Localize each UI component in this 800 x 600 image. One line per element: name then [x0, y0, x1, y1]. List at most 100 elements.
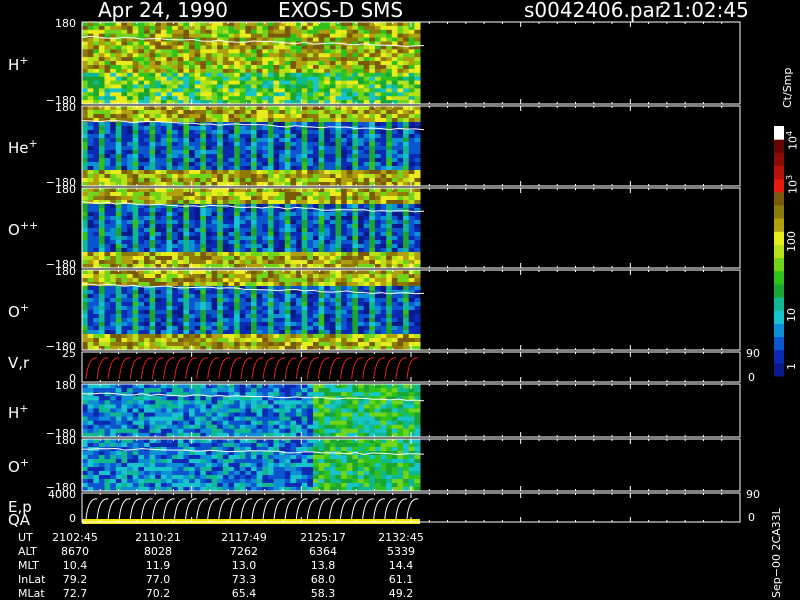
spectrogram-cell [346, 334, 353, 339]
spectrogram-cell [352, 114, 359, 119]
spectrogram-cell [183, 76, 190, 82]
spectrogram-cell [284, 106, 291, 111]
spectrogram-cell [132, 150, 139, 155]
spectrogram-cell [352, 220, 359, 225]
spectrogram-cell [369, 25, 376, 31]
spectrogram-cell [301, 37, 308, 42]
spectrogram-cell [391, 232, 398, 237]
spectrogram-cell [110, 88, 117, 93]
spectrogram-cell [307, 110, 314, 115]
spectrogram-cell [234, 244, 241, 249]
spectrogram-cell [380, 146, 387, 151]
spectrogram-cell [160, 114, 167, 119]
spectrogram-cell [267, 306, 274, 311]
spectrogram-cell [318, 204, 325, 209]
spectrogram-cell [194, 33, 201, 39]
spectrogram-cell [318, 200, 325, 205]
spectrogram-cell [132, 174, 139, 179]
spectrogram-cell [217, 178, 224, 183]
spectrogram-cell [245, 142, 252, 147]
spectrogram-cell [205, 72, 212, 78]
spectrogram-cell [284, 322, 291, 327]
spectrogram-cell [155, 290, 162, 295]
spectrogram-cell [363, 150, 370, 155]
spectrogram-cell [127, 330, 134, 335]
spectrogram-cell [98, 306, 105, 311]
spectrogram-cell [251, 274, 258, 279]
spectrogram-cell [93, 270, 100, 275]
spectrogram-cell [160, 294, 167, 299]
spectrogram-cell [386, 65, 393, 70]
spectrogram-cell [307, 106, 314, 111]
spectrogram-cell [194, 150, 201, 155]
spectrogram-cell [98, 158, 105, 163]
spectrogram-cell [380, 170, 387, 175]
spectrogram-cell [205, 236, 212, 241]
spectrogram-cell [335, 200, 342, 205]
spectrogram-cell [87, 270, 94, 275]
spectrogram-cell [324, 88, 331, 93]
spectrogram-cell [403, 146, 410, 151]
spectrogram-cell [177, 72, 184, 78]
spectrogram-cell [403, 84, 410, 89]
spectrogram-cell [414, 96, 421, 101]
spectrogram-cell [245, 174, 252, 179]
spectrogram-cell [228, 302, 235, 307]
spectrogram-cell [194, 84, 201, 89]
spectrogram-cell [341, 25, 348, 31]
spectrogram-cell [155, 294, 162, 299]
spectrogram-cell [352, 200, 359, 205]
spectrogram-cell [284, 314, 291, 319]
spectrogram-cell [194, 154, 201, 159]
spectrogram-cell [245, 25, 252, 31]
spectrogram-cell [346, 248, 353, 253]
spectrogram-cell [386, 122, 393, 127]
spectrogram-cell [127, 322, 134, 327]
spectrogram-cell [391, 244, 398, 249]
spectrogram-cell [121, 142, 128, 147]
spectrogram-cell [346, 236, 353, 241]
spectrogram-cell [318, 260, 325, 265]
spectrogram-cell [251, 224, 258, 229]
spectrogram-cell [160, 302, 167, 307]
spectrogram-cell [307, 220, 314, 225]
spectrogram-cell [363, 158, 370, 163]
spectrogram-cell [403, 178, 410, 183]
spectrogram-cell [172, 244, 179, 249]
spectrogram-cell [177, 61, 184, 66]
spectrogram-cell [363, 92, 370, 97]
spectrogram-cell [189, 298, 196, 303]
spectrogram-cell [205, 294, 212, 299]
spectrogram-cell [144, 25, 151, 31]
spectrogram-cell [363, 314, 370, 319]
spectrogram-cell [296, 33, 303, 39]
spectrogram-cell [127, 302, 134, 307]
spectrogram-cell [279, 302, 286, 307]
spectrogram-cell [369, 256, 376, 261]
spectrogram-cell [414, 57, 421, 62]
spectrogram-cell [127, 92, 134, 97]
spectrogram-cell [262, 134, 269, 139]
spectrogram-cell [380, 68, 387, 74]
spectrogram-cell [284, 130, 291, 135]
spectrogram-cell [256, 53, 263, 58]
spectrogram-cell [346, 33, 353, 39]
spectrogram-cell [273, 260, 280, 265]
spectrogram-cell [329, 192, 336, 197]
spectrogram-cell [397, 33, 404, 39]
spectrogram-cell [160, 84, 167, 89]
spectrogram-cell [284, 134, 291, 139]
spectrogram-cell [177, 290, 184, 295]
spectrogram-cell [239, 196, 246, 201]
spectrogram-cell [200, 338, 207, 343]
spectrogram-cell [256, 76, 263, 82]
spectrogram-cell [93, 216, 100, 221]
spectrogram-cell [313, 244, 320, 249]
spectrogram-cell [284, 228, 291, 233]
spectrogram-cell [251, 278, 258, 283]
spectrogram-cell [121, 236, 128, 241]
spectrogram-cell [397, 106, 404, 111]
spectrogram-cell [318, 138, 325, 143]
spectrogram-cell [341, 270, 348, 275]
spectrogram-cell [296, 196, 303, 201]
